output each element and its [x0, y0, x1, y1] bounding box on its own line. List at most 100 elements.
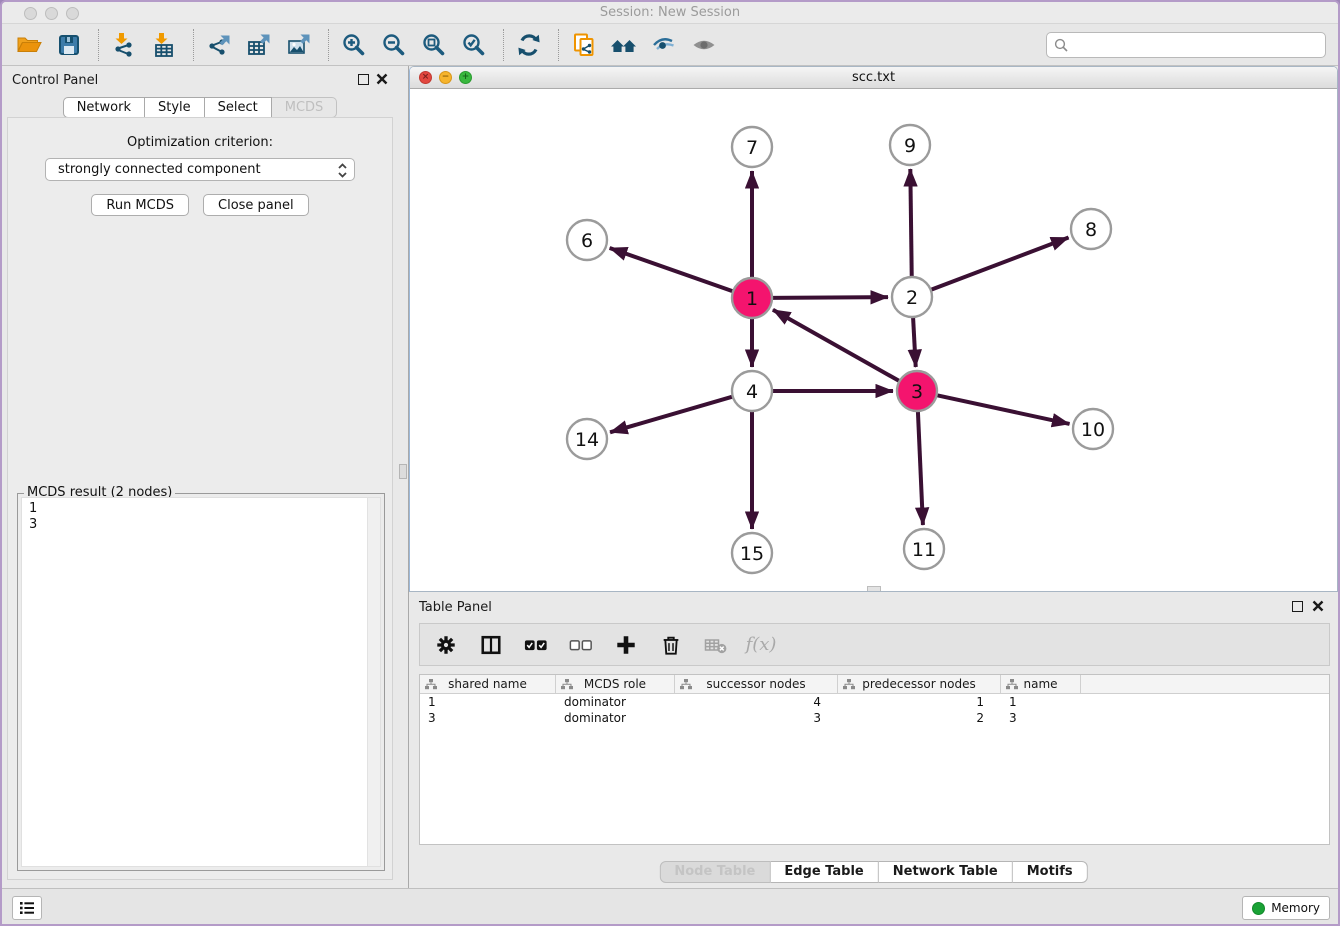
graph-node-8[interactable]: 8: [1071, 209, 1111, 249]
graph-node-15[interactable]: 15: [732, 533, 772, 573]
network-window-titlebar[interactable]: × − + scc.txt: [410, 67, 1337, 89]
export-table-icon[interactable]: [244, 30, 274, 60]
status-bar: Memory: [2, 888, 1338, 924]
table-cell[interactable]: dominator: [556, 710, 675, 726]
table-panel-float-icon[interactable]: [1292, 601, 1303, 612]
mcds-result-value: 1: [29, 501, 37, 517]
network-graph[interactable]: 7 9 6 8 1 2 4 3 14 10 15 11: [410, 89, 1337, 592]
tab-mcds[interactable]: MCDS: [272, 97, 338, 118]
tab-network-table[interactable]: Network Table: [879, 861, 1013, 883]
search-input[interactable]: [1073, 37, 1318, 54]
zoom-selected-icon[interactable]: [459, 30, 489, 60]
tab-edge-table[interactable]: Edge Table: [770, 861, 878, 883]
export-network-icon[interactable]: [204, 30, 234, 60]
table-cell[interactable]: 1: [420, 694, 556, 710]
import-network-icon[interactable]: [109, 30, 139, 60]
horizontal-splitter-grip[interactable]: [867, 586, 881, 591]
table-cell[interactable]: 3: [675, 710, 838, 726]
duplicate-network-icon[interactable]: [569, 30, 599, 60]
splitter-grip[interactable]: [399, 464, 407, 479]
hide-graphics-details-icon[interactable]: [649, 30, 679, 60]
table-cell[interactable]: 3: [420, 710, 556, 726]
graph-node-label: 14: [575, 429, 599, 451]
tab-select[interactable]: Select: [205, 97, 272, 118]
graph-edge-4-14[interactable]: [610, 397, 733, 433]
column-header-predecessor-nodes[interactable]: predecessor nodes: [838, 675, 1001, 693]
column-header-label: MCDS role: [584, 677, 646, 691]
graph-edge-1-6[interactable]: [610, 248, 733, 291]
table-settings-gear-icon[interactable]: [434, 633, 458, 657]
graph-node-label: 7: [746, 137, 758, 159]
column-header-mcds-role[interactable]: MCDS role: [556, 675, 675, 693]
tab-network[interactable]: Network: [63, 97, 145, 118]
column-header-name[interactable]: name: [1001, 675, 1081, 693]
graph-node-14[interactable]: 14: [567, 419, 607, 459]
optimization-select[interactable]: strongly connected component: [45, 158, 355, 181]
table-panel-close-icon[interactable]: [1312, 600, 1324, 612]
tab-motifs[interactable]: Motifs: [1013, 861, 1088, 883]
graph-node-4[interactable]: 4: [732, 371, 772, 411]
table-toolbar: f(x): [419, 623, 1330, 666]
graph-edge-2-9[interactable]: [910, 169, 911, 277]
tab-style[interactable]: Style: [145, 97, 205, 118]
graph-edge-3-11[interactable]: [918, 411, 923, 525]
column-header-successor-nodes[interactable]: successor nodes: [675, 675, 838, 693]
show-all-networks-icon[interactable]: [609, 30, 639, 60]
zoom-in-icon[interactable]: [339, 30, 369, 60]
delete-column-trash-icon[interactable]: [659, 633, 683, 657]
memory-button[interactable]: Memory: [1242, 896, 1330, 920]
graph-node-7[interactable]: 7: [732, 127, 772, 167]
mcds-result-box: MCDS result (2 nodes) 13: [17, 493, 385, 871]
result-scrollbar[interactable]: [367, 498, 380, 866]
column-header-label: successor nodes: [706, 677, 805, 691]
task-history-button[interactable]: [12, 896, 42, 920]
graph-node-9[interactable]: 9: [890, 125, 930, 165]
save-session-icon[interactable]: [54, 30, 84, 60]
table-cell[interactable]: 1: [1001, 694, 1081, 710]
graph-edge-3-1[interactable]: [773, 310, 900, 381]
graph-edge-2-8[interactable]: [931, 238, 1069, 290]
open-session-icon[interactable]: [14, 30, 44, 60]
show-column-panel-icon[interactable]: [479, 633, 503, 657]
column-header-label: shared name: [448, 677, 527, 691]
delete-table-icon[interactable]: [704, 633, 728, 657]
table-cell[interactable]: 1: [838, 694, 1001, 710]
zoom-fit-icon[interactable]: [419, 30, 449, 60]
graph-edge-2-3[interactable]: [913, 317, 916, 367]
graph-node-2[interactable]: 2: [892, 277, 932, 317]
create-new-column-icon[interactable]: [614, 633, 638, 657]
network-canvas[interactable]: 7 9 6 8 1 2 4 3 14 10 15 11: [410, 89, 1337, 591]
function-builder-icon[interactable]: f(x): [749, 633, 773, 657]
graph-node-6[interactable]: 6: [567, 220, 607, 260]
zoom-out-icon[interactable]: [379, 30, 409, 60]
main-area: Control Panel NetworkStyleSelectMCDS Opt…: [2, 66, 1338, 888]
tab-node-table[interactable]: Node Table: [659, 861, 770, 883]
graph-node-10[interactable]: 10: [1073, 409, 1113, 449]
graph-node-3[interactable]: 3: [897, 371, 937, 411]
graph-edge-3-10[interactable]: [937, 395, 1070, 424]
column-header-shared-name[interactable]: shared name: [420, 675, 556, 693]
graph-node-label: 9: [904, 135, 916, 157]
mcds-result-value: 3: [29, 517, 37, 533]
mcds-result-list[interactable]: 13: [21, 497, 381, 867]
table-cell[interactable]: 4: [675, 694, 838, 710]
table-cell[interactable]: 2: [838, 710, 1001, 726]
table-row[interactable]: 1dominator411: [420, 694, 1329, 710]
table-row[interactable]: 3dominator323: [420, 710, 1329, 726]
refresh-view-icon[interactable]: [514, 30, 544, 60]
table-cell[interactable]: dominator: [556, 694, 675, 710]
graph-node-1[interactable]: 1: [732, 278, 772, 318]
run-mcds-button[interactable]: Run MCDS: [91, 194, 189, 216]
import-table-icon[interactable]: [149, 30, 179, 60]
close-panel-icon[interactable]: [376, 73, 388, 85]
graph-node-11[interactable]: 11: [904, 529, 944, 569]
export-image-icon[interactable]: [284, 30, 314, 60]
panel-splitter[interactable]: [398, 66, 409, 888]
show-graphics-details-icon[interactable]: [689, 30, 719, 60]
close-panel-button[interactable]: Close panel: [203, 194, 309, 216]
graph-edge-1-2[interactable]: [772, 297, 888, 298]
float-panel-icon[interactable]: [358, 74, 369, 85]
table-cell[interactable]: 3: [1001, 710, 1081, 726]
unselect-all-columns-icon[interactable]: [569, 633, 593, 657]
select-all-columns-icon[interactable]: [524, 633, 548, 657]
